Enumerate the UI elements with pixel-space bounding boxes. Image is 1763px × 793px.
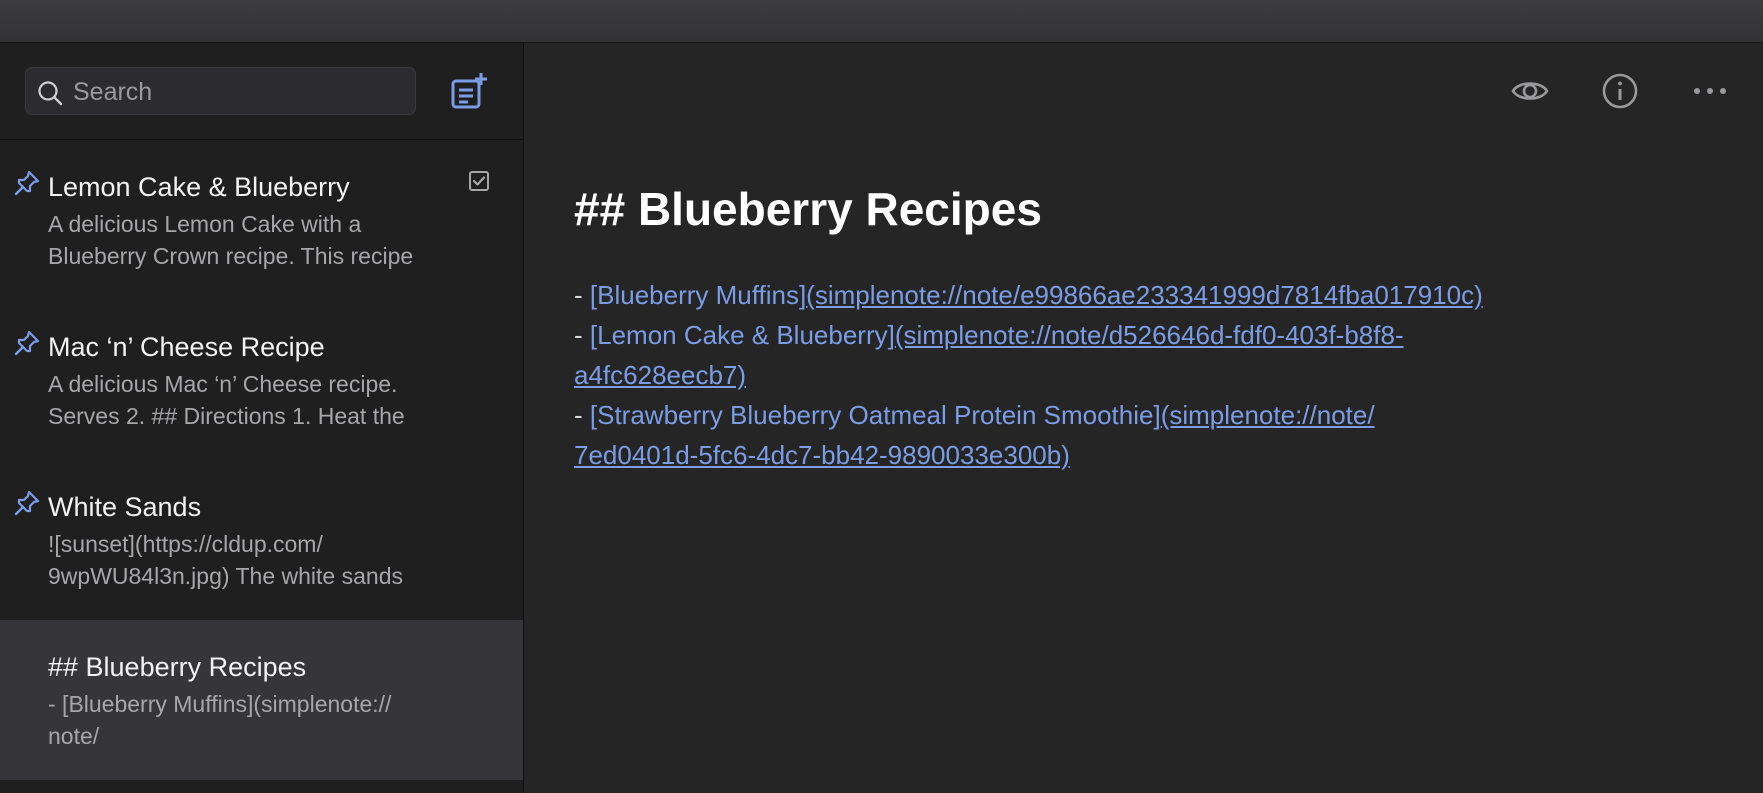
link-url[interactable]: (simplenote://note/ bbox=[1161, 400, 1375, 430]
link-text[interactable]: [Lemon Cake & Blueberry] bbox=[590, 320, 895, 350]
list-dash: - bbox=[574, 400, 590, 430]
search-box[interactable] bbox=[25, 67, 416, 116]
link-url[interactable]: 7ed0401d-5fc6-4dc7-bb42-9890033e300b) bbox=[574, 440, 1070, 470]
list-dash: - bbox=[574, 280, 590, 310]
note-title: Lemon Cake & Blueberry bbox=[48, 172, 350, 202]
link-text[interactable]: [Blueberry Muffins] bbox=[590, 280, 806, 310]
note-preview-line: note/ bbox=[48, 723, 100, 749]
note-title: Mac ‘n’ Cheese Recipe bbox=[48, 332, 325, 362]
note-preview-line: - [Blueberry Muffins](simplenote:// bbox=[48, 691, 392, 717]
app-window: Lemon Cake & Blueberry A delicious Lemon… bbox=[0, 0, 1763, 793]
note-preview: A delicious Lemon Cake with a Blueberry … bbox=[48, 208, 468, 272]
link-url[interactable]: a4fc628eecb7) bbox=[574, 360, 746, 390]
preview-eye-icon[interactable] bbox=[1510, 71, 1550, 111]
note-preview: A delicious Mac ‘n’ Cheese recipe. Serve… bbox=[48, 368, 468, 432]
note-list: Lemon Cake & Blueberry A delicious Lemon… bbox=[0, 140, 523, 780]
new-note-icon[interactable] bbox=[448, 71, 490, 113]
note-editor[interactable]: ## Blueberry Recipes - [Blueberry Muffin… bbox=[524, 43, 1763, 793]
note-preview-line: A delicious Mac ‘n’ Cheese recipe. bbox=[48, 371, 398, 397]
note-list-item[interactable]: Mac ‘n’ Cheese Recipe A delicious Mac ‘n… bbox=[0, 300, 523, 460]
note-list-item-selected[interactable]: ## Blueberry Recipes - [Blueberry Muffin… bbox=[0, 620, 523, 780]
note-link-line: - [Lemon Cake & Blueberry](simplenote://… bbox=[574, 315, 1614, 395]
list-dash: - bbox=[574, 320, 590, 350]
link-url[interactable]: (simplenote://note/d526646d-fdf0-403f-b8… bbox=[895, 320, 1404, 350]
checklist-icon bbox=[469, 171, 489, 191]
note-preview-line: A delicious Lemon Cake with a bbox=[48, 211, 362, 237]
note-link-line: - [Strawberry Blueberry Oatmeal Protein … bbox=[574, 395, 1614, 475]
link-url[interactable]: (simplenote://note/e99866ae233341999d781… bbox=[806, 280, 1483, 310]
title-bar[interactable] bbox=[0, 0, 1763, 43]
sidebar-header bbox=[0, 43, 523, 140]
note-heading: ## Blueberry Recipes bbox=[574, 183, 1042, 235]
note-link-line: - [Blueberry Muffins](simplenote://note/… bbox=[574, 275, 1614, 315]
note-title: ## Blueberry Recipes bbox=[48, 652, 307, 682]
link-text[interactable]: [Strawberry Blueberry Oatmeal Protein Sm… bbox=[590, 400, 1161, 430]
note-list-sidebar: Lemon Cake & Blueberry A delicious Lemon… bbox=[0, 43, 524, 793]
more-options-icon[interactable] bbox=[1690, 71, 1730, 111]
note-preview: ![sunset](https://cldup.com/ 9wpWU84l3n.… bbox=[48, 528, 468, 592]
note-preview-line: ![sunset](https://cldup.com/ bbox=[48, 531, 323, 557]
note-body[interactable]: - [Blueberry Muffins](simplenote://note/… bbox=[574, 275, 1614, 475]
search-icon bbox=[38, 81, 63, 106]
note-preview-line: Blueberry Crown recipe. This recipe bbox=[48, 243, 414, 269]
info-icon[interactable] bbox=[1600, 71, 1640, 111]
note-list-item[interactable]: White Sands ![sunset](https://cldup.com/… bbox=[0, 460, 523, 620]
pin-icon bbox=[14, 490, 40, 516]
note-title: White Sands bbox=[48, 492, 202, 522]
note-preview-line: 9wpWU84l3n.jpg) The white sands bbox=[48, 563, 403, 589]
search-input[interactable] bbox=[71, 68, 405, 116]
note-preview-line: Serves 2. ## Directions 1. Heat the bbox=[48, 403, 405, 429]
pin-icon bbox=[14, 170, 40, 196]
pin-icon bbox=[14, 330, 40, 356]
note-list-item[interactable]: Lemon Cake & Blueberry A delicious Lemon… bbox=[0, 140, 523, 300]
note-preview: - [Blueberry Muffins](simplenote:// note… bbox=[48, 688, 468, 752]
